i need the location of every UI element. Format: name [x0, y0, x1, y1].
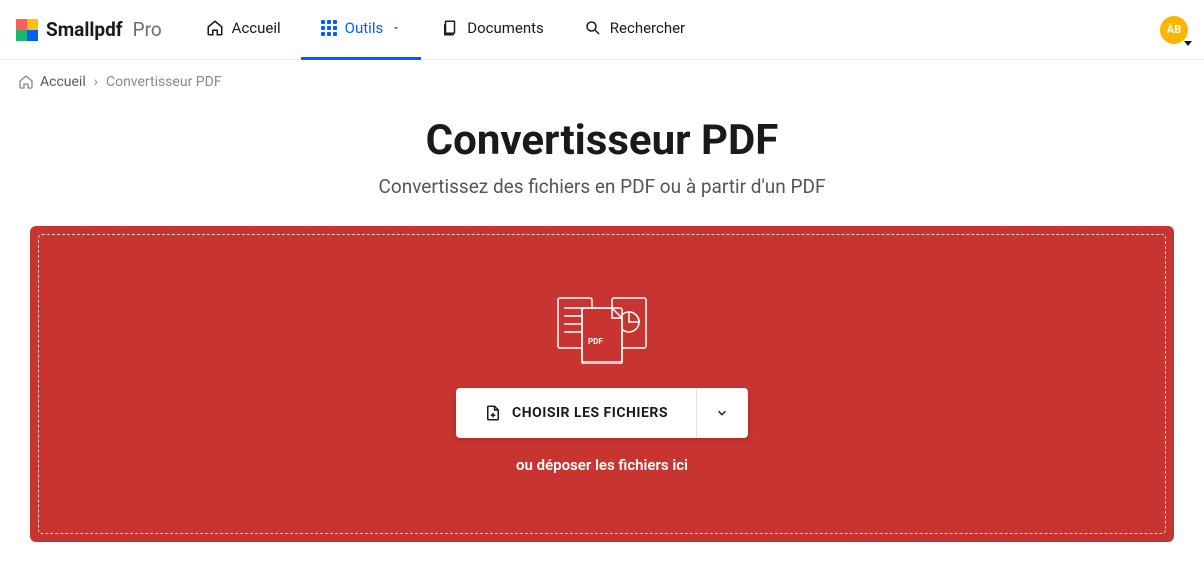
- breadcrumb-separator: ›: [94, 74, 98, 90]
- drop-hint: ou déposer les fichiers ici: [516, 456, 688, 474]
- search-icon: [584, 19, 602, 37]
- dropzone-container: PDF CHOISIR LES FICHIERS ou déposer les …: [0, 226, 1204, 572]
- dropzone-inner: PDF CHOISIR LES FICHIERS ou déposer les …: [38, 234, 1166, 534]
- documents-icon: [441, 19, 459, 37]
- choose-files-button-group: CHOISIR LES FICHIERS: [456, 388, 748, 438]
- nav-tools[interactable]: Outils: [301, 0, 422, 60]
- chevron-down-icon: [715, 406, 729, 420]
- nav-documents[interactable]: Documents: [421, 0, 564, 60]
- grid-icon: [321, 20, 337, 36]
- page-title: Convertisseur PDF: [0, 116, 1204, 165]
- chevron-down-icon: [391, 23, 401, 33]
- choose-files-label: CHOISIR LES FICHIERS: [512, 405, 668, 421]
- nav-search[interactable]: Rechercher: [564, 0, 705, 60]
- nav-tools-label: Outils: [345, 19, 384, 37]
- brand-suffix: Pro: [133, 18, 162, 41]
- brand-name: Smallpdf: [46, 18, 123, 41]
- page-subtitle: Convertissez des fichiers en PDF ou à pa…: [0, 175, 1204, 198]
- home-icon: [18, 74, 34, 90]
- logo-icon: [16, 19, 38, 41]
- avatar[interactable]: ÄB: [1160, 16, 1188, 44]
- dropzone[interactable]: PDF CHOISIR LES FICHIERS ou déposer les …: [30, 226, 1174, 542]
- nav-home-label: Accueil: [232, 19, 281, 37]
- breadcrumb-home[interactable]: Accueil: [18, 74, 86, 90]
- logo[interactable]: Smallpdf Pro: [16, 18, 162, 41]
- hero: Convertisseur PDF Convertissez des fichi…: [0, 104, 1204, 226]
- nav-documents-label: Documents: [467, 19, 544, 37]
- header: Smallpdf Pro Accueil Outils Documents Re…: [0, 0, 1204, 60]
- home-icon: [206, 19, 224, 37]
- breadcrumb: Accueil › Convertisseur PDF: [0, 60, 1204, 104]
- nav-home[interactable]: Accueil: [186, 0, 301, 60]
- breadcrumb-current: Convertisseur PDF: [106, 74, 222, 90]
- choose-files-dropdown[interactable]: [696, 388, 748, 438]
- documents-illustration-icon: PDF: [552, 294, 652, 368]
- choose-files-button[interactable]: CHOISIR LES FICHIERS: [456, 388, 696, 438]
- nav: Accueil Outils Documents Rechercher: [186, 0, 705, 60]
- svg-text:PDF: PDF: [588, 337, 603, 346]
- nav-search-label: Rechercher: [610, 19, 685, 37]
- file-plus-icon: [484, 404, 502, 422]
- avatar-initials: ÄB: [1167, 23, 1181, 36]
- breadcrumb-home-label: Accueil: [40, 74, 86, 90]
